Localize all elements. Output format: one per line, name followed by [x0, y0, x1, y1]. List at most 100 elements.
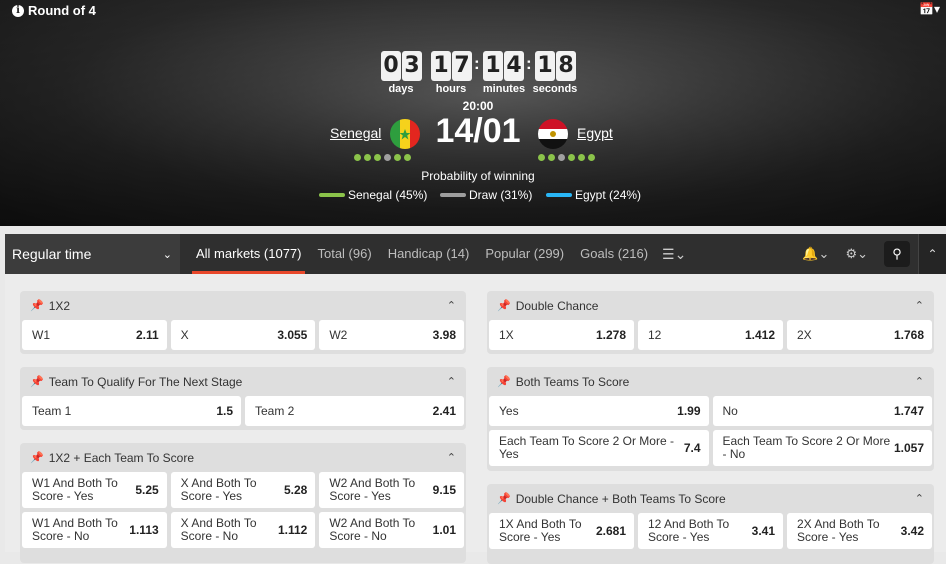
toolbar-actions: 🔔⌄ ⚙⌄ ⚲ ⌃ — [794, 234, 946, 274]
outcome-label: 2X — [797, 327, 812, 342]
odds-value: 5.25 — [135, 483, 159, 497]
market-header[interactable]: 📌 Double Chance + Both Teams To Score ⌃ — [487, 484, 934, 513]
calendar-icon[interactable]: 📅▾ — [919, 2, 940, 16]
home-team-link[interactable]: Senegal — [330, 125, 381, 141]
chevron-up-icon[interactable]: ⌃ — [447, 451, 456, 464]
market-header[interactable]: 📌 1X2 + Each Team To Score ⌃ — [20, 443, 466, 472]
home-form-dots — [354, 154, 411, 161]
tab-total[interactable]: Total (96) — [317, 234, 371, 274]
odds-button[interactable]: W2 And Both To Score - Yes 9.15 — [319, 472, 465, 508]
tab-all-markets[interactable]: All markets (1077) — [191, 234, 306, 274]
odds-button[interactable]: Each Team To Score 2 Or More - No 1.057 — [712, 430, 932, 466]
odds-button[interactable]: W1 2.11 — [22, 320, 167, 350]
odds-value: 2.681 — [595, 524, 626, 538]
round-text: Round of 4 — [28, 3, 96, 18]
bell-icon[interactable]: 🔔⌄ — [802, 246, 829, 262]
away-team-link[interactable]: Egypt — [577, 125, 613, 141]
odds-button[interactable]: Yes 1.99 — [489, 396, 709, 426]
countdown-label-hours: hours — [435, 83, 467, 95]
away-form-dots — [538, 154, 595, 161]
outcome-label: 1X — [499, 327, 514, 342]
chevron-up-icon[interactable]: ⌃ — [447, 299, 456, 312]
outcome-label: Yes — [499, 403, 519, 418]
odds-button[interactable]: 12 And Both To Score - Yes 3.41 — [638, 513, 783, 549]
odds-button[interactable]: Each Team To Score 2 Or More - Yes 7.4 — [489, 430, 709, 466]
odds-value: 9.15 — [432, 483, 457, 497]
outcome-label: 12 And Both To Score - Yes — [648, 517, 730, 544]
market-header[interactable]: 📌 Team To Qualify For The Next Stage ⌃ — [20, 367, 466, 396]
odds-button[interactable]: 2X 1.768 — [787, 320, 932, 350]
odds-button[interactable]: W2 3.98 — [319, 320, 465, 350]
odds-value: 3.98 — [432, 328, 457, 342]
market-title: Double Chance + Both Teams To Score — [515, 491, 726, 506]
period-select[interactable]: Regular time ⌄ — [5, 234, 180, 274]
outcome-label: X — [180, 327, 189, 342]
markets-content: 📌 1X2 ⌃ W1 2.11 X 3.055 W2 3.98 📌 Team To Q… — [5, 274, 946, 564]
odds-value: 1.747 — [893, 404, 924, 418]
market-header[interactable]: 📌 Both Teams To Score ⌃ — [487, 367, 934, 396]
match-time: 20:00 — [462, 99, 494, 113]
odds-button[interactable]: X 3.055 — [170, 320, 316, 350]
form-win-dot — [548, 154, 555, 161]
probability-home-label: Senegal (45%) — [348, 188, 428, 202]
odds-button[interactable]: 12 1.412 — [638, 320, 783, 350]
pin-icon[interactable]: 📌 — [30, 451, 44, 464]
countdown-colon: : — [474, 54, 480, 73]
odds-button[interactable]: W1 And Both To Score - Yes 5.25 — [22, 472, 167, 508]
odds-button[interactable]: W2 And Both To Score - No 1.01 — [319, 512, 465, 548]
chevron-up-icon[interactable]: ⌃ — [915, 492, 924, 505]
outcome-label: W1 And Both To Score - Yes — [32, 476, 118, 503]
match-date: 14/01 — [435, 112, 521, 150]
countdown-digit: 3 — [402, 51, 422, 81]
senegal-flag-icon — [390, 119, 420, 149]
outcome-label: W1 — [32, 327, 50, 342]
odds-button[interactable]: X And Both To Score - No 1.112 — [170, 512, 316, 548]
odds-button[interactable]: X And Both To Score - Yes 5.28 — [170, 472, 316, 508]
markets-toolbar: Regular time ⌄ All markets (1077) Total … — [5, 234, 946, 274]
chevron-up-icon[interactable]: ⌃ — [915, 375, 924, 388]
market-header[interactable]: 📌 1X2 ⌃ — [20, 291, 466, 320]
form-win-dot — [374, 154, 381, 161]
countdown-digit: 1 — [483, 51, 503, 81]
odds-button[interactable]: Team 1 1.5 — [22, 396, 241, 426]
tab-popular[interactable]: Popular (299) — [485, 234, 564, 274]
search-button[interactable]: ⚲ — [884, 241, 910, 267]
pin-icon[interactable]: 📌 — [497, 375, 511, 388]
pin-icon[interactable]: 📌 — [30, 375, 44, 388]
odds-button[interactable]: No 1.747 — [712, 396, 932, 426]
info-icon[interactable]: i — [12, 4, 24, 17]
pin-icon[interactable]: 📌 — [30, 299, 44, 312]
odds-button[interactable]: 2X And Both To Score - Yes 3.42 — [787, 513, 932, 549]
odds-button[interactable]: W1 And Both To Score - No 1.113 — [22, 512, 167, 548]
tab-goals[interactable]: Goals (216) — [580, 234, 648, 274]
form-draw-dot — [384, 154, 391, 161]
countdown-digit: 0 — [381, 51, 401, 81]
tab-handicap[interactable]: Handicap (14) — [388, 234, 470, 274]
pin-icon[interactable]: 📌 — [497, 299, 511, 312]
market-double-chance: 📌 Double Chance ⌃ 1X 1.278 12 1.412 2X 1.76… — [487, 291, 934, 354]
odds-button[interactable]: 1X 1.278 — [489, 320, 634, 350]
chevron-up-icon[interactable]: ⌃ — [447, 375, 456, 388]
outcome-label: 12 — [648, 327, 662, 342]
collapse-button[interactable]: ⌃ — [918, 234, 946, 274]
probability-draw-label: Draw (31%) — [469, 188, 533, 202]
market-title: 1X2 — [48, 298, 71, 313]
list-menu-icon[interactable]: ☰⌄ — [662, 246, 686, 263]
form-win-dot — [538, 154, 545, 161]
outcome-label: W2 And Both To Score - No — [329, 516, 416, 543]
pin-icon[interactable]: 📌 — [497, 492, 511, 505]
form-win-dot — [588, 154, 595, 161]
countdown-digit: 1 — [431, 51, 451, 81]
gear-icon[interactable]: ⚙⌄ — [845, 246, 868, 262]
form-win-dot — [578, 154, 585, 161]
countdown-colon: : — [526, 54, 532, 73]
chevron-up-icon[interactable]: ⌃ — [915, 299, 924, 312]
odds-button[interactable]: 1X And Both To Score - Yes 2.681 — [489, 513, 634, 549]
countdown-digit: 7 — [452, 51, 472, 81]
countdown-digit: 4 — [504, 51, 524, 81]
odds-button[interactable]: Team 2 2.41 — [245, 396, 464, 426]
form-win-dot — [364, 154, 371, 161]
market-header[interactable]: 📌 Double Chance ⌃ — [487, 291, 934, 320]
probability-away-label: Egypt (24%) — [575, 188, 642, 202]
outcome-label: Each Team To Score 2 Or More - Yes — [499, 434, 674, 461]
